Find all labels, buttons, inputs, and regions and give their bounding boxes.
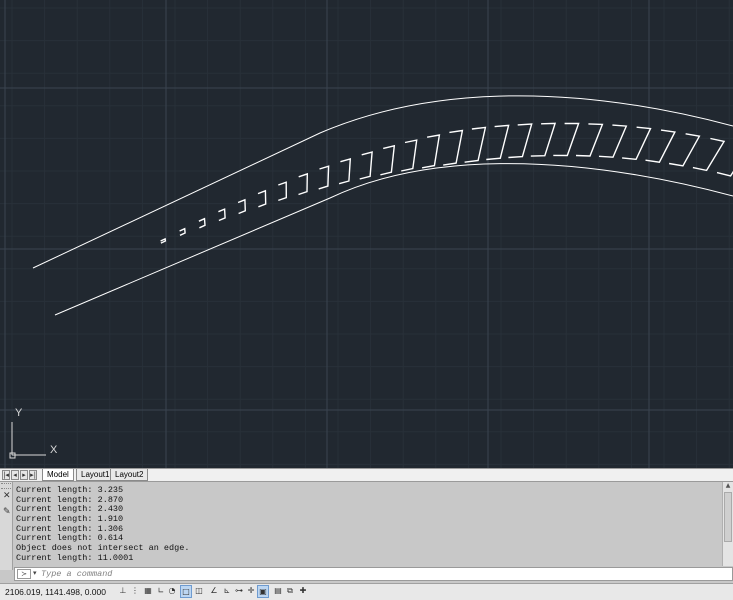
drawing-canvas[interactable]: Y X bbox=[0, 0, 733, 468]
hatch-mark bbox=[692, 137, 726, 172]
close-icon[interactable]: ✕ bbox=[3, 491, 11, 501]
drawing-svg bbox=[0, 0, 733, 468]
transparency-icon[interactable]: ▣ bbox=[257, 585, 269, 598]
grid-icon[interactable]: ▦ bbox=[142, 585, 154, 598]
hatch-mark bbox=[380, 144, 396, 176]
command-input[interactable] bbox=[41, 568, 641, 580]
road-upper-edge bbox=[32, 95, 733, 269]
tab-model[interactable]: Model bbox=[42, 469, 74, 481]
snap-icon[interactable]: ⋮ bbox=[129, 585, 141, 598]
command-history: Current length: 3.235 Current length: 2.8… bbox=[16, 485, 706, 564]
grip-handle[interactable] bbox=[1, 483, 11, 489]
scrollbar-thumb[interactable] bbox=[724, 492, 732, 542]
hatch-mark bbox=[622, 126, 652, 161]
wrench-icon[interactable]: ✎ bbox=[3, 507, 11, 517]
tab-layout2[interactable]: Layout2 bbox=[110, 469, 149, 481]
hatch-mark bbox=[298, 172, 309, 196]
hatch-mark bbox=[278, 181, 288, 202]
next-tab-icon[interactable]: ▸ bbox=[20, 470, 28, 480]
chevron-down-icon[interactable]: ▾ bbox=[33, 569, 37, 577]
ucs-x-label: X bbox=[50, 444, 58, 456]
status-bar: 2106.019, 1141.498, 0.000 ⊥ ⋮ ▦ ∟ ◔ □ ◫ ∠ ⊾ ⊶ ✛ ▣ ▤ ⧉… bbox=[0, 583, 733, 600]
hatch-mark bbox=[508, 123, 533, 159]
qp-icon[interactable]: ▤ bbox=[272, 585, 284, 598]
hatch-mark bbox=[198, 217, 206, 229]
hatch-mark bbox=[464, 126, 487, 163]
osnap-icon[interactable]: □ bbox=[180, 585, 192, 598]
prev-tab-icon[interactable]: ◂ bbox=[11, 470, 19, 480]
hatch-mark bbox=[160, 237, 167, 244]
hatch-mark bbox=[645, 129, 676, 163]
command-window: ✕ ✎ Current length: 3.235 Current length:… bbox=[0, 482, 733, 581]
command-window-side-bar: ✕ ✎ bbox=[0, 482, 13, 570]
dyn-icon[interactable]: ⊶ bbox=[233, 585, 245, 598]
last-tab-icon[interactable]: ▸| bbox=[29, 470, 37, 480]
history-line: Current length: 11.0001 bbox=[16, 552, 134, 563]
hatch-mark bbox=[530, 122, 557, 157]
sc-icon[interactable]: ⧉ bbox=[284, 585, 296, 598]
command-line: ≻ ▾ bbox=[14, 567, 733, 581]
polar-icon[interactable]: ◔ bbox=[166, 585, 178, 598]
hatch-mark bbox=[179, 227, 186, 236]
command-prompt-icon[interactable]: ≻ bbox=[17, 569, 31, 579]
coordinate-readout[interactable]: 2106.019, 1141.498, 0.000 bbox=[5, 587, 106, 597]
scroll-up-icon[interactable]: ▲ bbox=[723, 482, 733, 491]
ucs-y-label: Y bbox=[15, 407, 23, 419]
first-tab-icon[interactable]: |◂ bbox=[2, 470, 10, 480]
am-icon[interactable]: ✚ bbox=[297, 585, 309, 598]
command-history-scrollbar[interactable]: ▲ bbox=[722, 482, 733, 566]
lineweight-icon[interactable]: ✛ bbox=[245, 585, 257, 598]
ducs-icon[interactable]: ⊾ bbox=[221, 585, 233, 598]
3dosnap-icon[interactable]: ◫ bbox=[193, 585, 205, 598]
infer-icon[interactable]: ⊥ bbox=[117, 585, 129, 598]
hatch-mark bbox=[486, 124, 510, 161]
layout-tab-bar: |◂ ◂ ▸ ▸| Model Layout1 Layout2 bbox=[0, 468, 733, 482]
otrack-icon[interactable]: ∠ bbox=[208, 585, 220, 598]
hatch-mark bbox=[257, 189, 267, 208]
hatch-mark bbox=[237, 198, 247, 215]
hatch-mark bbox=[443, 129, 464, 166]
hatch-mark bbox=[421, 134, 441, 169]
hatch-mark bbox=[218, 208, 226, 222]
tab-layout1[interactable]: Layout1 bbox=[76, 469, 115, 481]
hatch-mark bbox=[598, 124, 628, 158]
